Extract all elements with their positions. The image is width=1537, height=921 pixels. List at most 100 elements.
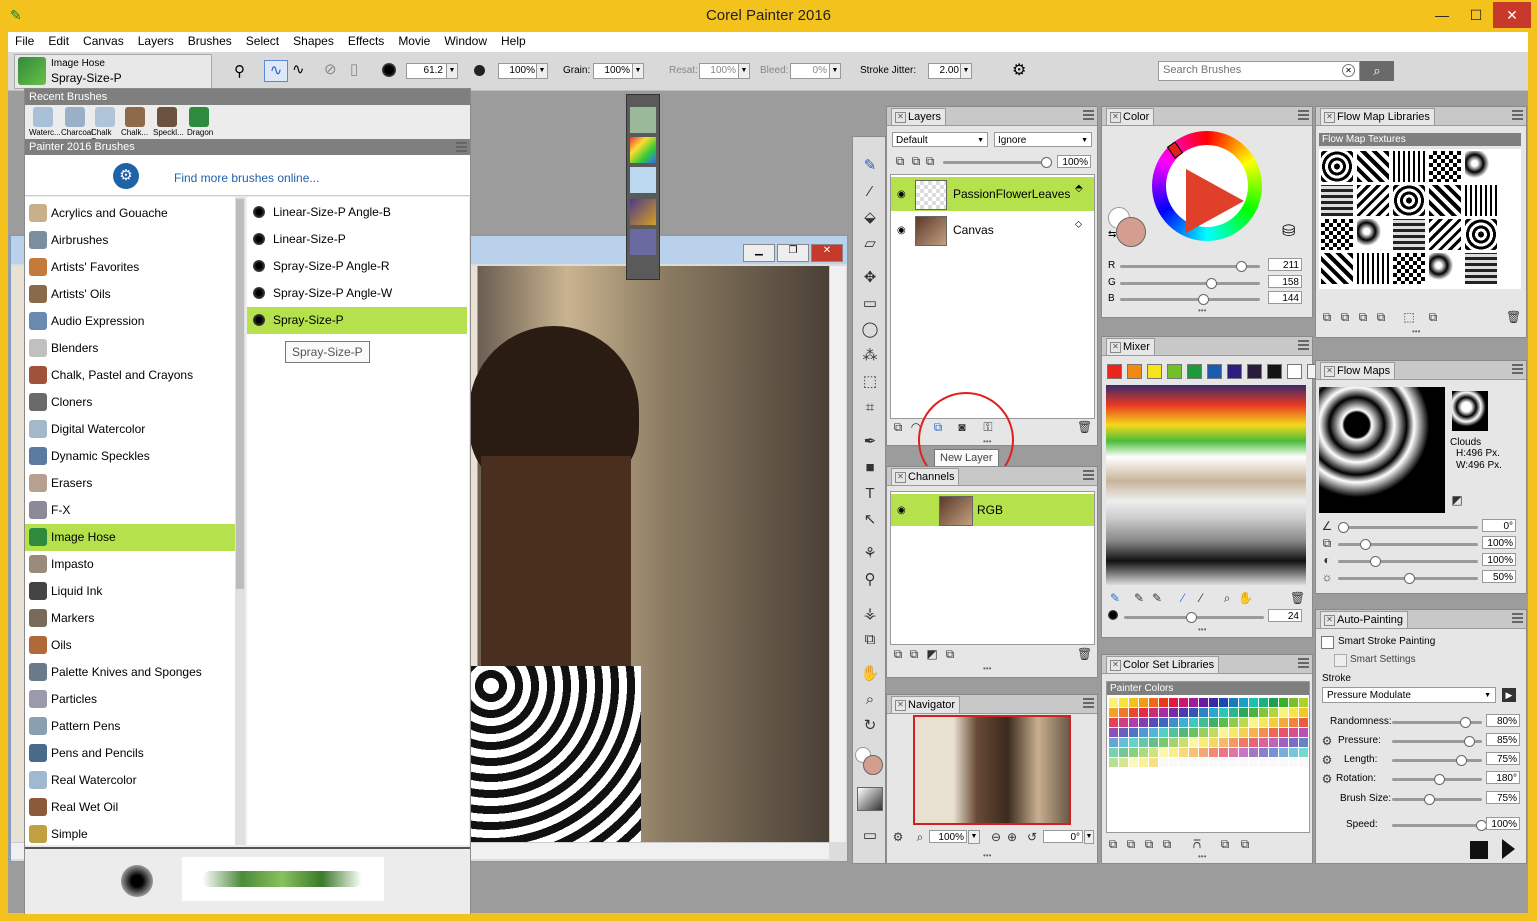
- opacity-dropdown[interactable]: ▼: [536, 63, 548, 79]
- color-set-swatch[interactable]: [1209, 748, 1218, 757]
- menu-movie[interactable]: Movie: [391, 32, 437, 50]
- randomness-slider[interactable]: [1392, 717, 1482, 728]
- color-set-swatch[interactable]: [1289, 698, 1298, 707]
- color-set-swatch[interactable]: [1249, 738, 1258, 747]
- category-item[interactable]: Artists' Oils: [25, 281, 235, 308]
- color-set-swatch[interactable]: [1219, 698, 1228, 707]
- color-set-swatch[interactable]: [1209, 758, 1218, 767]
- color-set-swatch[interactable]: [1209, 738, 1218, 747]
- length-slider[interactable]: [1392, 755, 1482, 766]
- pick-up-underlying-icon[interactable]: ⧉: [909, 154, 923, 168]
- zoom-in-icon[interactable]: ⊕: [1005, 830, 1019, 844]
- auto-painting-menu-icon[interactable]: [1512, 613, 1523, 623]
- recent-brush-3[interactable]: Chalk S...: [91, 107, 121, 146]
- freehand-stroke-icon[interactable]: ∿: [264, 60, 288, 82]
- channel-new-icon[interactable]: ⧉: [943, 647, 957, 661]
- color-set-swatch[interactable]: [1239, 738, 1248, 747]
- screen-mode-icon[interactable]: ▭: [859, 825, 881, 847]
- crop-icon[interactable]: ⌗: [859, 397, 881, 419]
- color-set-remove-icon[interactable]: ⧉: [1238, 837, 1252, 851]
- flow-map-preview[interactable]: [1319, 387, 1445, 513]
- color-set-swatch[interactable]: [1299, 728, 1308, 737]
- color-set-menu-icon[interactable]: [1298, 658, 1309, 668]
- color-set-swatch[interactable]: [1249, 708, 1258, 717]
- zoom-out-icon[interactable]: ⊖: [989, 830, 1003, 844]
- color-set-swatch[interactable]: [1179, 738, 1188, 747]
- magnifier-icon[interactable]: ⌕: [859, 689, 881, 711]
- color-set-swatch[interactable]: [1119, 708, 1128, 717]
- color-set-settings-icon[interactable]: ⧉: [1160, 837, 1174, 851]
- color-set-swatch[interactable]: [1239, 718, 1248, 727]
- category-item[interactable]: Artists' Favorites: [25, 254, 235, 281]
- stroke-type-icon[interactable]: ⚲: [234, 62, 245, 80]
- color-set-swatch[interactable]: [1289, 758, 1298, 767]
- flow-map-texture[interactable]: [1321, 253, 1353, 284]
- text-tool-icon[interactable]: T: [859, 483, 881, 505]
- category-item[interactable]: Dynamic Speckles: [25, 443, 235, 470]
- color-set-swatch[interactable]: [1259, 698, 1268, 707]
- play-button[interactable]: [1502, 839, 1515, 859]
- flow-map-texture[interactable]: [1321, 185, 1353, 216]
- eye-icon[interactable]: ◉: [897, 189, 906, 200]
- color-set-swatch[interactable]: [1129, 728, 1138, 737]
- color-set-swatch[interactable]: [1129, 748, 1138, 757]
- color-set-swatch[interactable]: [1109, 718, 1118, 727]
- color-set-import-icon[interactable]: ⧉: [1124, 837, 1138, 851]
- color-set-swatch[interactable]: [1149, 748, 1158, 757]
- recent-brush-2[interactable]: Charcoal: [61, 107, 93, 137]
- mixer-swatch[interactable]: [1167, 364, 1182, 379]
- color-set-swatch[interactable]: [1159, 728, 1168, 737]
- flow-map-texture[interactable]: [1393, 219, 1425, 250]
- g-slider[interactable]: [1120, 278, 1260, 289]
- mixer-sample-icon[interactable]: ⁄: [1194, 591, 1208, 605]
- color-set-swatch[interactable]: [1109, 728, 1118, 737]
- color-set-swatch[interactable]: [1179, 708, 1188, 717]
- color-set-swatch[interactable]: [1269, 748, 1278, 757]
- mixer-swatch[interactable]: [1127, 364, 1142, 379]
- color-set-swatch[interactable]: [1209, 698, 1218, 707]
- flow-brightness-field[interactable]: 50%: [1482, 570, 1516, 583]
- color-menu-icon[interactable]: [1298, 110, 1309, 120]
- flow-maps-menu-icon[interactable]: [1512, 364, 1523, 374]
- paper-library-icon[interactable]: [630, 107, 656, 133]
- category-item[interactable]: Chalk, Pastel and Crayons: [25, 362, 235, 389]
- length-field[interactable]: 75%: [1486, 752, 1520, 765]
- flow-map-texture[interactable]: [1429, 219, 1461, 250]
- flow-map-invert-icon[interactable]: ◩: [1450, 493, 1464, 507]
- paint-bucket-icon[interactable]: ⬙: [859, 207, 881, 229]
- navigator-menu-icon[interactable]: [1083, 698, 1094, 708]
- color-set-swatch[interactable]: [1299, 738, 1308, 747]
- flow-map-texture[interactable]: [1357, 185, 1389, 216]
- flow-map-texture[interactable]: [1393, 253, 1425, 284]
- color-set-swatch[interactable]: [1139, 758, 1148, 767]
- size-field[interactable]: 61.2: [406, 63, 447, 79]
- minimize-button[interactable]: —: [1425, 2, 1459, 28]
- category-item-selected[interactable]: Image Hose: [25, 524, 235, 551]
- flow-map-export-icon[interactable]: ⧉: [1356, 310, 1370, 324]
- color-set-swatch[interactable]: [1299, 758, 1308, 767]
- lock-transparency-icon[interactable]: ⧉: [893, 154, 907, 168]
- channel-save-icon[interactable]: ⧉: [907, 647, 921, 661]
- mixer-dropper-icon[interactable]: ⁄: [1176, 591, 1190, 605]
- brush-tool-icon[interactable]: ✎: [859, 155, 881, 177]
- zoom-field[interactable]: 100%: [929, 830, 967, 843]
- color-set-swatch[interactable]: [1199, 708, 1208, 717]
- flow-angle-slider[interactable]: [1338, 522, 1478, 533]
- rectangle-shape-icon[interactable]: ■: [859, 457, 881, 479]
- grain-field[interactable]: 100%: [593, 63, 634, 79]
- mixer-knife-icon[interactable]: ✎: [1132, 591, 1146, 605]
- doc-close-button[interactable]: ✕: [811, 244, 843, 262]
- randomness-field[interactable]: 80%: [1486, 714, 1520, 727]
- color-set-swatch[interactable]: [1289, 718, 1298, 727]
- color-set-swatch[interactable]: [1239, 758, 1248, 767]
- grabber-icon[interactable]: ✋: [859, 663, 881, 685]
- rect-select-icon[interactable]: ▭: [859, 293, 881, 315]
- color-set-swatch[interactable]: [1279, 758, 1288, 767]
- cloner-tool-icon[interactable]: ⚘: [859, 543, 881, 565]
- color-set-swatch[interactable]: [1189, 758, 1198, 767]
- color-set-swatch[interactable]: [1299, 708, 1308, 717]
- color-set-swatch[interactable]: [1249, 748, 1258, 757]
- stroke-jitter-field[interactable]: 2.00: [928, 63, 963, 79]
- search-input[interactable]: [1159, 62, 1357, 78]
- color-set-swatch[interactable]: [1179, 698, 1188, 707]
